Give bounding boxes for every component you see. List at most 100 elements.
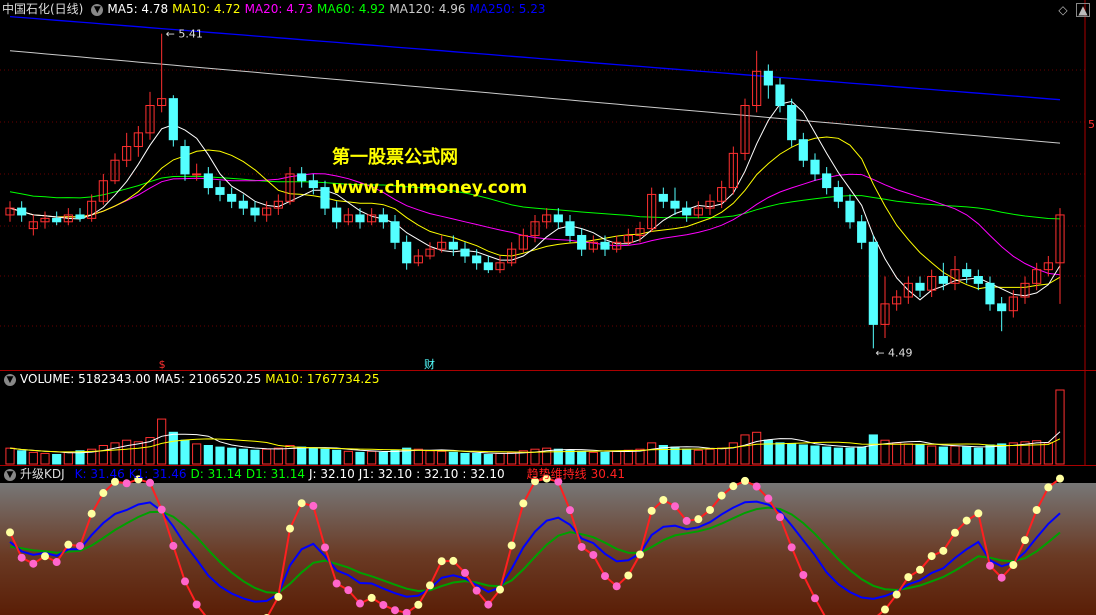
price-legend-item-2: MA20: 4.73: [244, 2, 313, 16]
volume-bar: [17, 450, 27, 465]
volume-bar: [495, 452, 505, 465]
candle-body: [868, 241, 878, 325]
volume-legend: ▼ VOLUME: 5182343.00 MA5: 2106520.25 MA10: …: [0, 370, 387, 388]
candle-body: [810, 159, 820, 175]
kdj-j-dot: [507, 541, 516, 550]
kdj-j-dot: [1009, 560, 1018, 569]
volume-legend-item-0: VOLUME: 5182343.00: [20, 372, 151, 386]
volume-bar: [868, 434, 878, 465]
candle-body: [168, 98, 178, 141]
price-legend-item-3: MA60: 4.92: [317, 2, 386, 16]
volume-bar: [1032, 440, 1042, 465]
kdj-j-dot: [17, 553, 26, 562]
low-price-label: ← 4.49: [875, 346, 912, 359]
kdj-j-dot: [939, 546, 948, 555]
kdj-j-dot: [379, 600, 388, 609]
candle-body: [180, 146, 190, 175]
volume-legend-item-2: MA10: 1767734.25: [265, 372, 380, 386]
kdj-j-dot: [87, 509, 96, 518]
candle-body: [553, 214, 563, 223]
kdj-j-dot: [41, 552, 49, 561]
kdj-j-dot: [799, 570, 808, 579]
collapse-up-icon[interactable]: ▲: [1076, 3, 1090, 17]
volume-bar: [367, 450, 377, 465]
kdj-legend-item-0: K: 31.46: [74, 467, 125, 481]
chevron-down-icon[interactable]: ▼: [4, 468, 16, 481]
chevron-down-icon[interactable]: ▼: [91, 3, 104, 16]
volume-ma10-line: [9, 438, 1061, 453]
price-chart: ← 5.41 ← 4.49 $ 财 5: [0, 0, 1095, 370]
volume-bar: [915, 444, 925, 465]
candle-body: [203, 173, 213, 189]
candle-body: [402, 241, 412, 264]
volume-bar: [203, 445, 213, 465]
volume-bar: [682, 448, 692, 465]
volume-bar: [612, 450, 622, 465]
kdj-legend-item-3: D1: 31.14: [245, 467, 306, 481]
kdj-j-dot: [344, 586, 353, 595]
kdj-j-dot: [997, 573, 1006, 582]
volume-bar: [157, 418, 167, 465]
kdj-j-dot: [729, 482, 738, 491]
volume-bar: [798, 444, 808, 465]
volume-bar: [332, 449, 342, 465]
volume-bar: [822, 446, 832, 465]
kdj-j-dot: [706, 505, 714, 514]
candle-body: [658, 193, 668, 202]
kdj-j-dot: [181, 577, 189, 586]
kdj-j-dot: [321, 543, 329, 552]
candle-body: [52, 217, 62, 223]
candle-body: [448, 241, 458, 250]
kdj-j-dot: [892, 590, 901, 599]
volume-bar: [728, 442, 738, 465]
kdj-j-dot: [951, 528, 959, 537]
kdj-j-dot: [449, 556, 458, 565]
watermark-title: 第一股票公式网: [332, 147, 458, 168]
volume-chart-pane[interactable]: ▼ VOLUME: 5182343.00 MA5: 2106520.25 MA10: …: [0, 370, 1096, 466]
diamond-icon[interactable]: ◇: [1056, 3, 1070, 17]
watermark-url: www.chnmoney.com: [332, 178, 528, 198]
candle-body: [378, 214, 388, 223]
volume-bar: [378, 451, 388, 465]
kdj-j-dot: [624, 571, 633, 580]
volume-bar: [320, 448, 330, 465]
kdj-j-dot: [671, 502, 679, 511]
volume-bar: [693, 449, 703, 465]
kdj-j-dot: [986, 561, 994, 570]
ma120-line: [9, 50, 1061, 144]
volume-bar: [577, 450, 587, 465]
kdj-j-dot: [99, 489, 108, 498]
volume-bar: [40, 452, 50, 465]
kdj-j-dot: [974, 509, 983, 518]
candle-body: [250, 207, 260, 216]
volume-bar: [588, 451, 598, 465]
volume-bar: [273, 447, 283, 465]
price-chart-pane[interactable]: 中国石化(日线) ▼ MA5: 4.78 MA10: 4.72 MA20: 4.73 MA…: [0, 0, 1096, 371]
kdj-chart: [0, 474, 1096, 615]
volume-bar: [390, 449, 400, 465]
price-legend-item-0: MA5: 4.78: [107, 2, 169, 16]
kdj-chart-pane[interactable]: ▼ 升级KDJ K: 31.46 K1: 31.46 D: 31.14 D1: 31.14…: [0, 465, 1096, 615]
volume-bar: [227, 447, 237, 465]
candle-body: [938, 276, 948, 284]
kdj-background: [0, 483, 1096, 615]
candle-body: [355, 214, 365, 223]
kdj-legend-item-7: : 32.10: [462, 467, 505, 481]
candle-body: [332, 207, 342, 223]
kdj-j-dot: [157, 505, 166, 514]
kdj-j-dot: [286, 524, 294, 533]
volume-bar: [110, 442, 120, 465]
price-legend: 中国石化(日线) ▼ MA5: 4.78 MA10: 4.72 MA20: 4.73 MA…: [0, 0, 554, 18]
candle-body: [798, 139, 808, 161]
volume-bar: [192, 443, 202, 465]
ma60-line: [9, 175, 1061, 220]
chevron-down-icon[interactable]: ▼: [4, 373, 16, 386]
volume-bar: [413, 448, 423, 465]
kdj-title: 升级KDJ: [20, 467, 65, 481]
candle-body: [577, 234, 587, 250]
volume-bar: [927, 445, 937, 465]
volume-bar: [262, 448, 272, 465]
price-legend-item-1: MA10: 4.72: [172, 2, 241, 16]
kdj-j-dot: [461, 568, 469, 577]
kdj-j-dot: [612, 582, 621, 591]
